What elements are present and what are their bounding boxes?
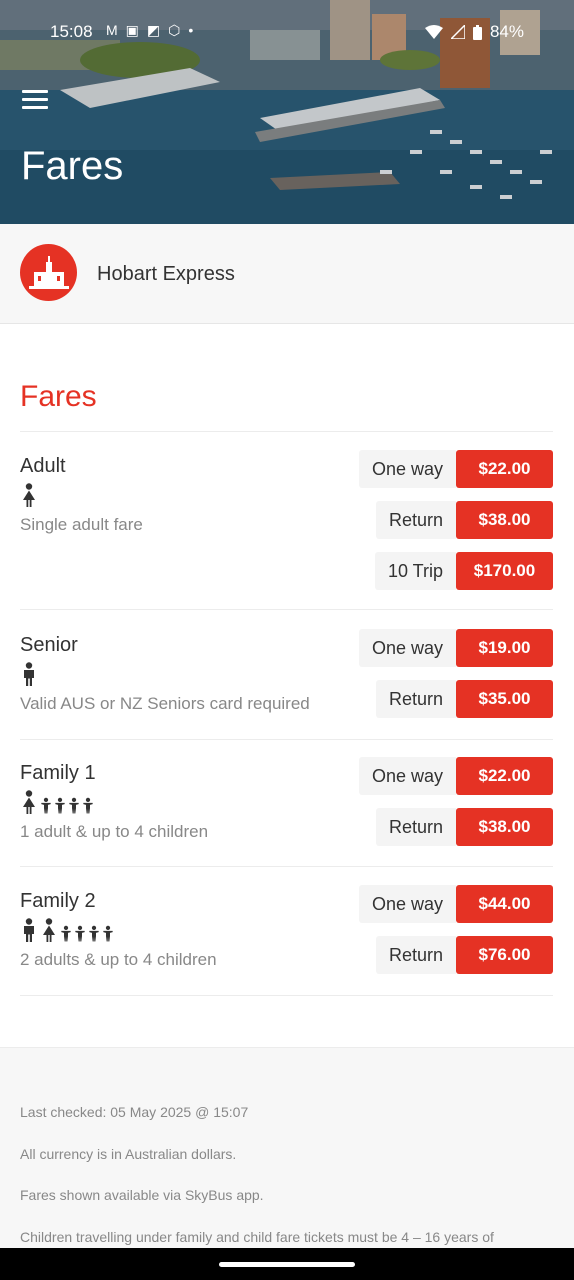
footer: Last checked: 05 May 2025 @ 15:07 All cu… [0,1047,574,1280]
passenger-icons [20,790,94,814]
dot-icon: • [188,22,194,38]
photo-icon: ◩ [146,22,161,38]
price-row: Return $76.00 [375,936,553,974]
price-row: One way $44.00 [358,885,553,923]
price-row: Return $38.00 [375,808,553,846]
price-row: Return $38.00 [375,501,553,539]
price-row: One way $19.00 [358,629,553,667]
battery-percent: 84% [489,22,524,41]
gmail-icon: M [106,22,118,38]
ticket-type-label: Return [375,808,456,846]
ticket-type-label: One way [358,450,456,488]
ticket-type-label: Return [375,936,456,974]
status-time: 15:08 [50,22,93,41]
price-button[interactable]: $19.00 [456,629,553,667]
divider [20,609,553,610]
battery-icon [472,24,482,40]
ticket-type-label: Return [375,680,456,718]
ticket-type-label: One way [358,885,456,923]
price-button[interactable]: $38.00 [456,501,553,539]
price-row: One way $22.00 [358,757,553,795]
home-handle[interactable] [219,1262,355,1267]
price-button[interactable]: $76.00 [456,936,553,974]
ticket-type-label: 10 Trip [374,552,456,590]
price-button[interactable]: $35.00 [456,680,553,718]
price-row: Return $35.00 [375,680,553,718]
child-icon [75,925,85,942]
price-button[interactable]: $22.00 [456,757,553,795]
price-row: 10 Trip $170.00 [374,552,553,590]
adult-female-icon [23,483,35,507]
adult-female-icon [43,918,55,942]
operator-logo [20,244,77,301]
child-icon [89,925,99,942]
fare-name: Family 1 [20,762,96,784]
status-bar: 15:08 M ▣ ◩ ⬡ • 84% [0,0,574,64]
last-checked: Last checked: 05 May 2025 @ 15:07 [20,1104,249,1120]
divider [20,739,553,740]
app-note: Fares shown available via SkyBus app. [20,1187,264,1203]
fare-name: Family 2 [20,890,96,912]
hamburger-icon[interactable] [22,90,48,110]
teams-icon: ▣ [125,22,139,38]
child-icon [61,925,71,942]
page-title: Fares [21,144,124,188]
navigation-bar [0,1248,574,1280]
settings-icon: ⬡ [168,22,181,38]
wifi-icon [424,25,443,39]
adult-male-icon [24,662,34,686]
currency-note: All currency is in Australian dollars. [20,1146,237,1162]
child-icon [83,797,93,814]
child-icon [103,925,113,942]
operator-name: Hobart Express [97,263,235,285]
passenger-icons [20,918,114,942]
notification-icons: M ▣ ◩ ⬡ • [106,22,193,39]
passenger-icons [20,662,38,686]
fare-name: Adult [20,455,66,477]
signal-icon [450,25,465,39]
fare-description: 1 adult & up to 4 children [20,822,209,841]
child-icon [69,797,79,814]
fare-description: Single adult fare [20,515,143,534]
operator-row: Hobart Express [0,224,574,324]
children-note: Children travelling under family and chi… [20,1229,494,1245]
fare-description: Valid AUS or NZ Seniors card required [20,694,310,713]
adult-female-icon [23,790,35,814]
price-button[interactable]: $44.00 [456,885,553,923]
header-hero: 15:08 M ▣ ◩ ⬡ • 84% Fares [0,0,574,224]
ticket-type-label: Return [375,501,456,539]
child-icon [55,797,65,814]
child-icon [41,797,51,814]
ticket-type-label: One way [358,629,456,667]
price-row: One way $22.00 [358,450,553,488]
divider [20,431,553,432]
divider [20,866,553,867]
price-button[interactable]: $170.00 [456,552,553,590]
price-button[interactable]: $38.00 [456,808,553,846]
adult-male-icon [24,918,34,942]
building-icon [28,255,69,289]
section-title: Fares [20,380,97,413]
divider [20,995,553,996]
ticket-type-label: One way [358,757,456,795]
fare-name: Senior [20,634,78,656]
fare-description: 2 adults & up to 4 children [20,950,217,969]
status-right: 84% [424,22,524,42]
price-button[interactable]: $22.00 [456,450,553,488]
passenger-icons [20,483,38,507]
